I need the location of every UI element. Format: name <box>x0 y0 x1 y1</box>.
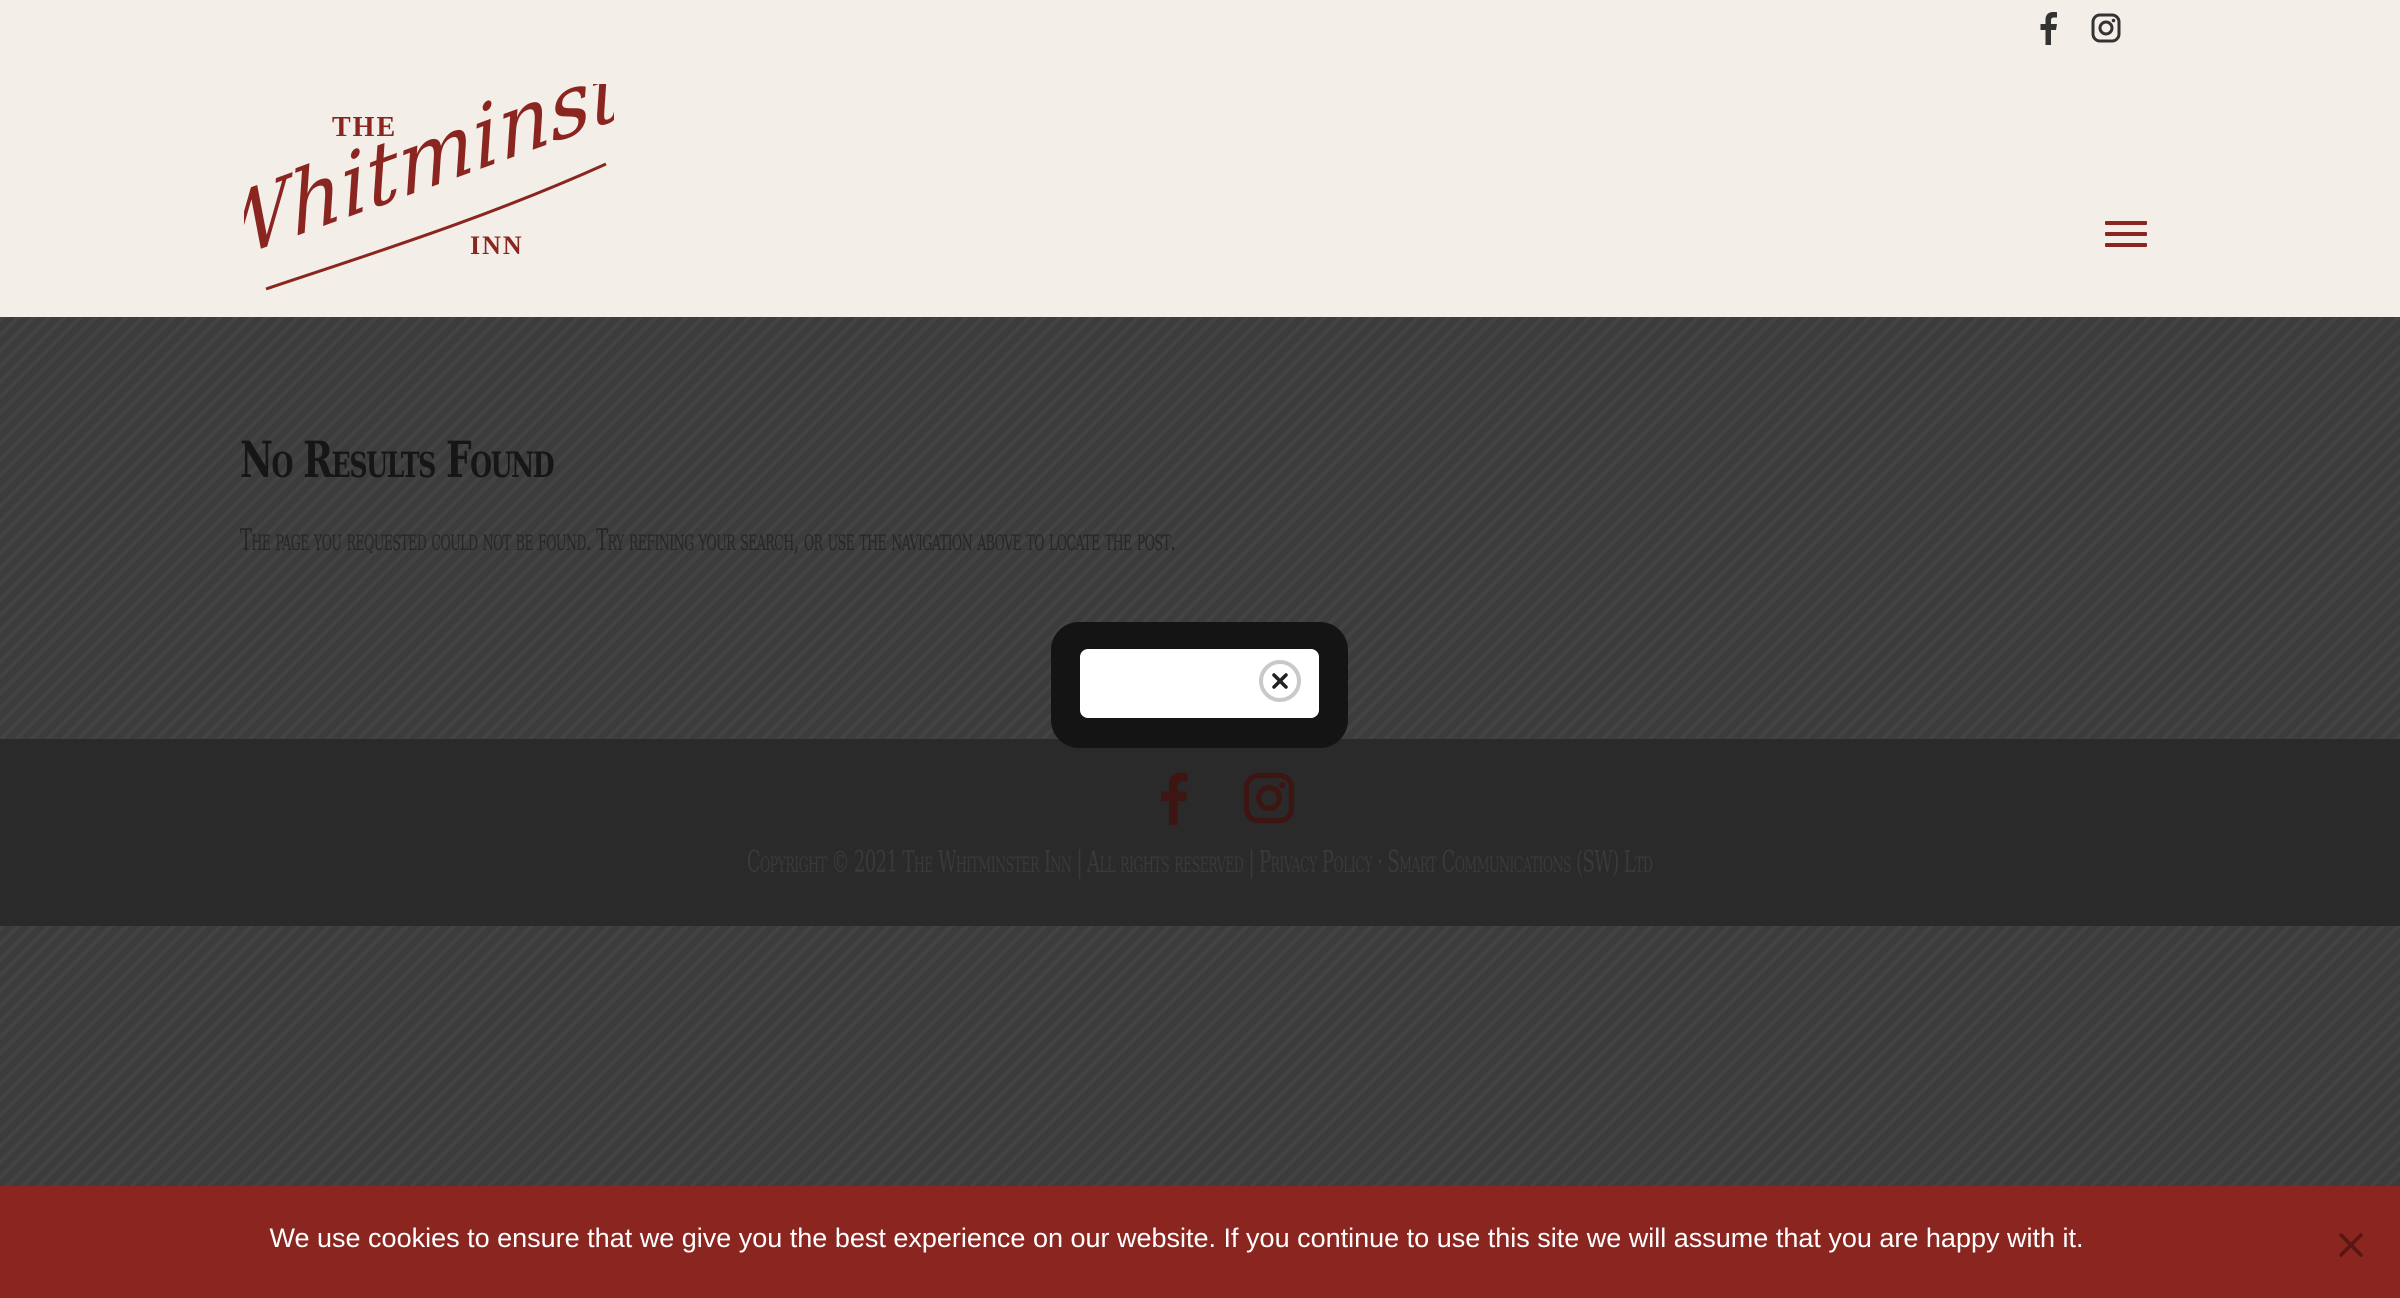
page-overlay-lower <box>0 926 2400 1186</box>
menu-bar <box>2105 243 2147 247</box>
copyright-separator: · <box>1372 845 1388 880</box>
page-title: No Results Found <box>240 430 555 489</box>
logo-inn-text: INN <box>470 231 524 260</box>
header-social-links <box>2032 10 2122 46</box>
cookie-close-icon[interactable] <box>2334 1228 2368 1262</box>
site-footer: Copyright © 2021 The Whitminster Inn | A… <box>0 739 2400 926</box>
menu-bar <box>2105 232 2147 236</box>
credit-link[interactable]: Smart Communications (SW) Ltd <box>1388 845 1654 880</box>
instagram-icon[interactable] <box>2090 10 2122 46</box>
copyright-text: Copyright © 2021 The Whitminster Inn | A… <box>747 845 1260 880</box>
close-icon[interactable] <box>1259 660 1301 702</box>
site-logo[interactable]: THE Whitminster INN <box>204 5 715 296</box>
instagram-icon[interactable] <box>1242 769 1296 827</box>
not-found-message: The page you requested could not be foun… <box>240 523 1176 558</box>
footer-social-links <box>1146 769 1296 827</box>
site-header: THE Whitminster INN <box>0 0 2400 317</box>
cookie-notice: We use cookies to ensure that we give yo… <box>0 1186 2400 1298</box>
menu-bar <box>2105 221 2147 225</box>
popup-dialog <box>1051 622 1348 748</box>
privacy-policy-link[interactable]: Privacy Policy <box>1259 845 1373 880</box>
facebook-icon[interactable] <box>2032 10 2064 46</box>
copyright: Copyright © 2021 The Whitminster Inn | A… <box>0 845 2400 880</box>
hamburger-menu-icon[interactable] <box>2105 218 2147 250</box>
copyright-line: Copyright © 2021 The Whitminster Inn | A… <box>747 845 1653 880</box>
cookie-notice-text: We use cookies to ensure that we give yo… <box>269 1223 2084 1253</box>
facebook-icon[interactable] <box>1146 769 1200 827</box>
